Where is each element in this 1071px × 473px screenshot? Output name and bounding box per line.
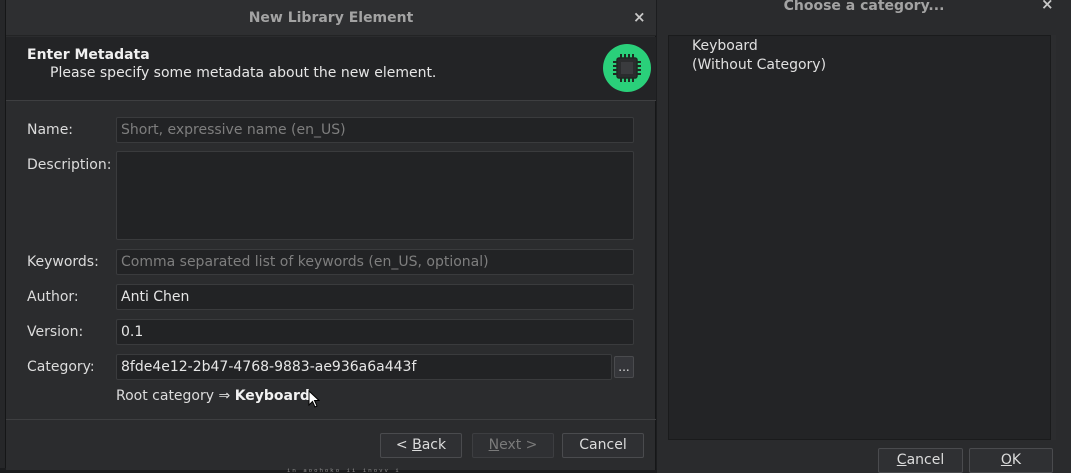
next-mnemonic: N xyxy=(488,437,500,453)
page-title: Enter Metadata xyxy=(27,47,150,63)
keywords-input[interactable]: Comma separated list of keywords (en_US,… xyxy=(116,249,634,275)
footer-divider xyxy=(6,419,656,420)
name-label: Name: xyxy=(27,122,74,138)
category-path-leaf: Keyboard xyxy=(234,388,310,404)
chooser-ok-mnemonic: O xyxy=(1000,452,1012,468)
author-label: Author: xyxy=(27,289,79,305)
chooser-title[interactable]: Choose a category... xyxy=(657,0,1071,14)
category-label: Category: xyxy=(27,359,95,375)
next-label-post: ext > xyxy=(499,437,538,453)
next-button[interactable]: Next > xyxy=(472,433,554,458)
keywords-label: Keywords: xyxy=(27,254,99,270)
category-tree[interactable]: Keyboard (Without Category) xyxy=(668,35,1052,440)
cancel-button[interactable]: Cancel xyxy=(562,433,644,458)
mouse-cursor-icon xyxy=(308,390,320,408)
category-browse-button[interactable]: ... xyxy=(614,356,634,378)
category-path: Root category ⇒ Keyboard xyxy=(116,388,310,404)
version-input[interactable]: 0.1 xyxy=(116,319,634,345)
close-icon[interactable]: × xyxy=(1041,0,1054,12)
chooser-cancel-button[interactable]: Cancel xyxy=(878,448,963,473)
back-mnemonic: B xyxy=(412,437,422,453)
tree-item-keyboard[interactable]: Keyboard xyxy=(692,38,758,54)
page-subtitle: Please specify some metadata about the n… xyxy=(50,65,437,81)
new-library-element-dialog: New Library Element × Enter Metadata Ple… xyxy=(6,0,656,470)
version-label: Version: xyxy=(27,324,84,340)
name-input[interactable]: Short, expressive name (en_US) xyxy=(116,117,634,143)
description-label: Description: xyxy=(27,157,112,173)
background-partial-text: ᵢₙ ₐₒₒₕₒₖₒ ᵢᵢ ᵢₙₒᵥᵥ ᵢ xyxy=(286,465,400,473)
author-input[interactable]: Anti Chen xyxy=(116,284,634,310)
back-label-pre: < xyxy=(395,437,413,453)
description-textarea[interactable] xyxy=(116,151,634,240)
dialog-titlebar[interactable]: New Library Element × xyxy=(6,0,656,36)
chooser-cancel-mnemonic: C xyxy=(896,452,907,468)
wizard-page-header: Enter Metadata Please specify some metad… xyxy=(6,37,656,101)
back-button[interactable]: < Back xyxy=(380,433,462,458)
chip-icon xyxy=(603,44,651,92)
chooser-ok-button[interactable]: OK xyxy=(969,448,1053,473)
category-path-prefix: Root category ⇒ xyxy=(116,388,231,404)
dialog-title: New Library Element xyxy=(248,10,414,26)
tree-item-without-category[interactable]: (Without Category) xyxy=(692,57,826,73)
back-label-post: ack xyxy=(421,437,447,453)
chooser-cancel-label-post: ancel xyxy=(906,452,945,468)
category-input[interactable]: 8fde4e12-2b47-4768-9883-ae936a6a443f xyxy=(116,354,612,380)
chooser-ok-label-post: K xyxy=(1011,452,1022,468)
tree-scrollbar[interactable] xyxy=(1050,35,1056,440)
choose-category-dialog: Choose a category... × Keyboard (Without… xyxy=(657,0,1071,473)
close-icon[interactable]: × xyxy=(633,10,646,25)
